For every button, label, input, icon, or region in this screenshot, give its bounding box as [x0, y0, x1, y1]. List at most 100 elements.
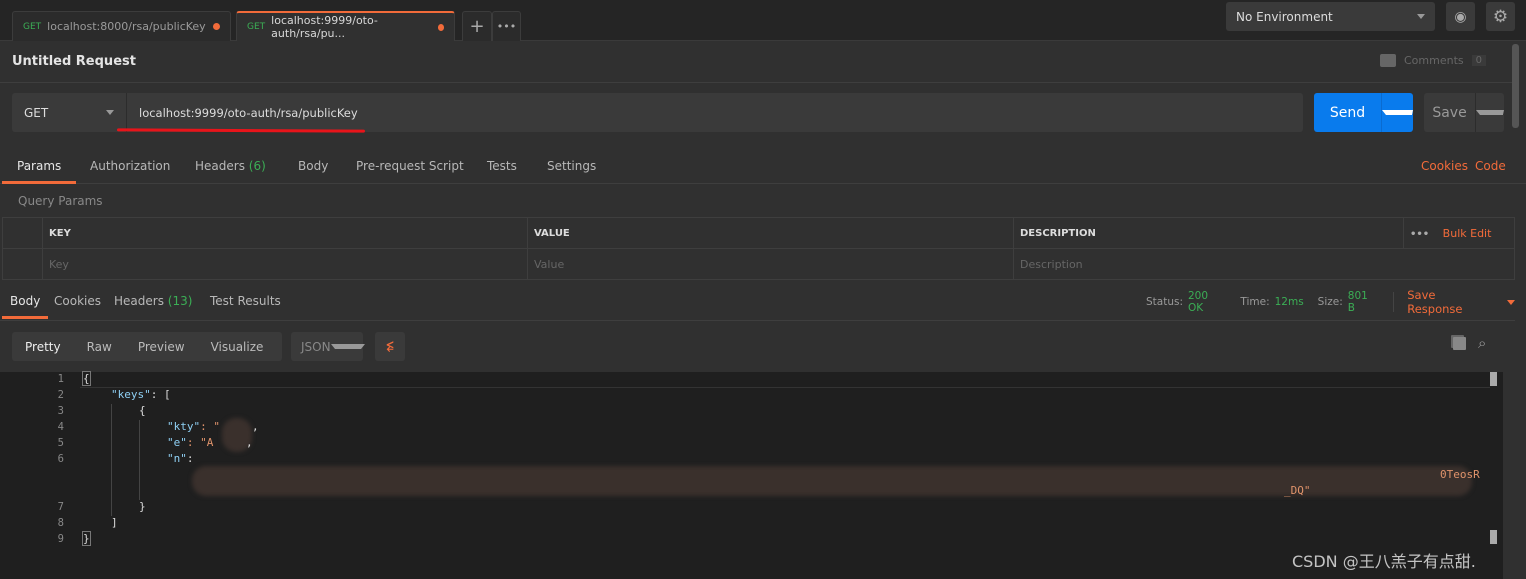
chevron-down-icon — [1382, 110, 1413, 115]
search-icon[interactable]: ⌕ — [1478, 334, 1486, 352]
headers-count: (13) — [167, 294, 193, 308]
wrap-lines-button[interactable]: ⥶ — [375, 332, 405, 361]
scrollbar[interactable] — [1512, 44, 1519, 128]
visualize-button[interactable]: Visualize — [198, 340, 277, 354]
gear-icon: ⚙ — [1492, 6, 1509, 27]
tab-headers[interactable]: Headers (6) — [180, 150, 281, 184]
settings-button[interactable]: ⚙ — [1486, 2, 1515, 31]
more-icon: ••• — [496, 20, 517, 33]
save-response-button[interactable]: Save Response — [1407, 288, 1494, 316]
scrollbar-thumb[interactable] — [1490, 530, 1497, 544]
column-key: KEY — [42, 217, 528, 249]
status-value: 200 OK — [1188, 290, 1209, 314]
code-punct: : [ — [150, 388, 171, 401]
comments-count: 0 — [1471, 55, 1486, 66]
eye-icon: ◉ — [1454, 8, 1467, 25]
url-input[interactable]: localhost:9999/oto-auth/rsa/publicKey — [126, 93, 1303, 132]
response-tabs: Body Cookies Headers (13) Test Results S… — [0, 285, 1515, 321]
tab-tests[interactable]: Tests — [472, 150, 532, 184]
indent-guide — [111, 404, 112, 516]
line-number: 3 — [57, 405, 64, 417]
more-icon[interactable]: ••• — [1410, 229, 1429, 240]
tab-label: Headers — [114, 294, 164, 308]
scrollbar-thumb[interactable] — [1490, 372, 1497, 386]
save-button[interactable]: Save — [1424, 93, 1504, 132]
send-label: Send — [1314, 93, 1382, 132]
preview-button[interactable]: Preview — [125, 340, 198, 354]
tab-response-cookies[interactable]: Cookies — [46, 285, 109, 319]
code-brace: { — [139, 404, 146, 417]
column-value: VALUE — [527, 217, 1014, 249]
red-underline-annotation — [116, 128, 366, 133]
chevron-down-icon — [1417, 14, 1425, 19]
request-tab[interactable]: GET localhost:8000/rsa/publicKey — [12, 11, 231, 41]
chevron-down-icon — [1476, 110, 1504, 115]
raw-button[interactable]: Raw — [74, 340, 125, 354]
new-tab-button[interactable]: + — [462, 11, 492, 41]
environment-select[interactable]: No Environment — [1226, 2, 1435, 31]
bulk-edit-link[interactable]: Bulk Edit — [1443, 227, 1492, 240]
json-key: "n" — [167, 452, 187, 465]
json-value: _DQ" — [1284, 484, 1311, 497]
environment-label: No Environment — [1236, 9, 1333, 24]
request-tab-active[interactable]: GET localhost:9999/oto-auth/rsa/pu... — [236, 11, 455, 41]
json-key: "e" — [167, 436, 187, 449]
pretty-button[interactable]: Pretty — [12, 340, 74, 354]
key-input[interactable]: Key — [42, 248, 528, 280]
send-options-button[interactable] — [1382, 93, 1413, 132]
code-punct: : — [186, 452, 194, 465]
json-value: : "A — [186, 436, 214, 449]
divider — [1393, 292, 1395, 312]
code-punct: , — [252, 420, 259, 433]
plus-icon: + — [469, 16, 485, 37]
chevron-down-icon — [1507, 299, 1515, 305]
code-brace: } — [139, 500, 146, 513]
chevron-down-icon — [106, 110, 114, 115]
format-value: JSON — [301, 339, 331, 354]
save-label: Save — [1424, 93, 1476, 132]
wrap-icon: ⥶ — [386, 339, 394, 353]
comments-button[interactable]: Comments 0 — [1380, 54, 1486, 67]
row-checkbox-col — [2, 217, 43, 249]
code-link[interactable]: Code — [1460, 150, 1521, 184]
comments-label: Comments — [1404, 54, 1464, 67]
tab-test-results[interactable]: Test Results — [202, 285, 289, 319]
divider — [0, 82, 1515, 83]
json-key: "keys" — [111, 388, 151, 401]
method-select[interactable]: GET — [12, 93, 126, 132]
request-tabs: Params Authorization Headers (6) Body Pr… — [0, 150, 1526, 184]
tab-response-body[interactable]: Body — [2, 285, 49, 319]
unsaved-dot-icon — [437, 23, 444, 31]
line-number: 9 — [57, 533, 64, 545]
table-header-row: KEY VALUE DESCRIPTION ••• Bulk Edit — [2, 217, 1515, 249]
send-button[interactable]: Send — [1314, 93, 1413, 132]
tab-authorization[interactable]: Authorization — [75, 150, 185, 184]
tab-label: localhost:9999/oto-auth/rsa/pu... — [271, 14, 378, 40]
tab-response-headers[interactable]: Headers (13) — [106, 285, 200, 319]
response-meta: Status: 200 OK Time: 12ms Size: 801 B Save … — [1146, 285, 1515, 319]
copy-icon[interactable] — [1453, 337, 1466, 350]
code-bracket: ] — [111, 516, 118, 529]
tab-params[interactable]: Params — [2, 150, 77, 184]
tab-body[interactable]: Body — [283, 150, 343, 184]
comment-icon — [1380, 54, 1396, 67]
indent-guide — [139, 420, 140, 500]
tab-settings[interactable]: Settings — [532, 150, 611, 184]
json-value: 0TeosR — [1440, 468, 1480, 481]
line-number: 2 — [57, 389, 64, 401]
redaction-mark — [192, 466, 1472, 496]
save-options-button[interactable] — [1476, 93, 1504, 132]
row-checkbox — [2, 248, 43, 280]
query-params-title: Query Params — [18, 194, 103, 208]
environment-quick-look-button[interactable]: ◉ — [1446, 2, 1475, 31]
description-input[interactable]: Description — [1013, 248, 1515, 280]
tab-label: Headers — [195, 159, 245, 173]
value-input[interactable]: Value — [527, 248, 1014, 280]
method-label: GET — [23, 21, 42, 32]
code-punct: , — [246, 436, 253, 449]
table-actions: ••• Bulk Edit — [1403, 217, 1515, 249]
format-select[interactable]: JSON — [291, 332, 365, 361]
response-editor[interactable]: 1 2 3 4 5 6 7 8 9 { "keys": [ { "kty": "… — [0, 371, 1503, 579]
tab-options-button[interactable]: ••• — [492, 11, 521, 41]
tab-pre-request-script[interactable]: Pre-request Script — [341, 150, 479, 184]
